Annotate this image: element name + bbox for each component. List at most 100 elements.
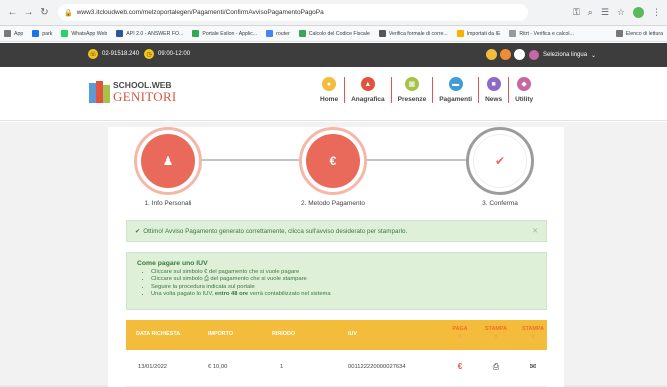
profile-icon[interactable] <box>633 7 644 18</box>
col-data-richiesta: DATA RICHIESTA <box>136 331 181 337</box>
notification-icon[interactable] <box>514 49 525 60</box>
zoom-icon[interactable]: ⌕ <box>588 7 593 18</box>
bookmark-item[interactable]: API 2.0 - ANSWER FO... <box>116 30 183 37</box>
howto-title: Come pagare uno IUV <box>137 260 208 267</box>
cell-installments: 1 <box>280 364 284 370</box>
success-message: Ottimo! Avviso Pagamento generato corret… <box>143 227 408 235</box>
bookmark-label: Portale Esilon - Applic... <box>202 30 258 37</box>
menu-home-icon: ● <box>322 77 337 91</box>
bookmark-label: router <box>276 30 290 37</box>
logo-mark-icon <box>89 81 110 103</box>
menu-item-anagrafica[interactable]: ▲ Anagrafica <box>345 77 392 103</box>
print-icon[interactable]: ⎙ <box>488 362 504 372</box>
step-label: 3. Conferma <box>482 200 518 207</box>
wizard-panel: ♟ 1. Info Personali € 2. Metodo Pagament… <box>108 127 564 387</box>
bookmark-item[interactable]: App <box>4 30 23 37</box>
bookmark-icon <box>116 30 124 37</box>
cell-amount: € 10,00 <box>208 364 228 370</box>
user-shortcuts <box>486 49 525 60</box>
bookmark-label: Verifica formale di corre... <box>388 30 448 37</box>
back-icon[interactable]: ← <box>6 6 19 19</box>
bookmark-icon <box>378 30 386 37</box>
reload-icon[interactable]: ↻ <box>38 6 51 19</box>
user-icon[interactable] <box>486 49 497 60</box>
menu-news-icon: ■ <box>486 77 501 91</box>
bookmark-label: API 2.0 - ANSWER FO... <box>126 30 184 37</box>
globe-icon <box>529 50 539 60</box>
message-icon[interactable] <box>500 49 511 60</box>
bookmark-item[interactable]: WhatsApp Web <box>61 30 107 37</box>
bookmark-item[interactable]: router <box>266 30 290 37</box>
bookmark-item[interactable]: Portale Esilon - Applic... <box>192 30 257 37</box>
menu-label: Anagrafica <box>351 96 385 103</box>
close-icon[interactable]: ✕ <box>532 227 538 235</box>
check-icon: ✔ <box>135 227 141 235</box>
bookmark-icon <box>615 30 623 37</box>
key-icon[interactable]: ⚿ <box>573 7 580 18</box>
main-menu: ● Home ▲ Anagrafica ▦ Presenze ▬ Pagamenti ■ News… <box>314 77 539 103</box>
bookmark-label: App <box>14 30 24 37</box>
url-text: www3.itcloudweb.com/melzoportalegen/Paga… <box>76 9 324 16</box>
bookmark-item[interactable]: Verifica formale di corre... <box>378 30 448 37</box>
star-icon[interactable]: ☆ <box>617 7 625 18</box>
reading-list-icon[interactable]: ☰ <box>601 7 609 18</box>
bookmark-label: Ritrt - Verifica e calcol... <box>519 30 574 37</box>
browser-actions: ⚿ ⌕ ☰ ☆ ⋮ <box>573 7 661 18</box>
menu-item-presenze[interactable]: ▦ Presenze <box>392 77 434 103</box>
bookmark-item[interactable]: Ritrt - Verifica e calcol... <box>509 30 574 37</box>
step-info-personali: ♟ <box>134 127 202 195</box>
bookmark-label: park <box>42 30 53 37</box>
col-stampa-send: STAMPA ⇅ <box>522 326 544 340</box>
step-label: 1. Info Personali <box>144 200 192 207</box>
table-header: DATA RICHIESTA IMPORTO RIRIODO IUV PAGA ⇅… <box>126 320 547 350</box>
table-row: 13/01/2022 € 10,00 1 001122220000027634 … <box>126 350 547 387</box>
language-label: Seleziona lingua <box>543 52 588 58</box>
phone-icon: ☏ <box>88 49 98 59</box>
site-header: SCHOOL.WEB GENITORI ● Home ▲ Anagrafica ▦ Pre… <box>0 67 667 121</box>
check-icon: ✔ <box>473 134 527 188</box>
col-ririodo: RIRIODO <box>272 331 296 337</box>
list-item: Seguire la procedura indicata sul portal… <box>151 284 536 291</box>
step-metodo-pagamento: € <box>299 127 367 195</box>
bookmark-item[interactable]: Calcolo del Codice Fiscale <box>298 30 370 37</box>
menu-presenze-icon: ▦ <box>404 77 419 91</box>
menu-icon[interactable]: ⋮ <box>652 7 661 18</box>
page-content: ♟ 1. Info Personali € 2. Metodo Pagament… <box>0 122 667 387</box>
bookmark-label: Elenco di lettura <box>625 30 663 37</box>
menu-label: Home <box>320 96 339 103</box>
browser-window: ← → ↻ 🔒 www3.itcloudweb.com/melzoportale… <box>0 0 667 387</box>
menu-item-home[interactable]: ● Home <box>314 77 346 103</box>
person-icon: ♟ <box>141 134 195 188</box>
forward-icon[interactable]: → <box>22 6 35 19</box>
col-paga: PAGA ⇅ <box>452 326 468 340</box>
clock-icon: ◷ <box>144 49 154 59</box>
menu-item-utility[interactable]: ◆ Utility <box>509 77 539 103</box>
phone-contact: ☏ 02-91518.240 <box>88 49 139 59</box>
menu-label: News <box>485 96 503 103</box>
bookmark-icon <box>61 30 69 37</box>
menu-item-pagamenti[interactable]: ▬ Pagamenti <box>433 77 480 103</box>
address-bar: ← → ↻ 🔒 www3.itcloudweb.com/melzoportale… <box>0 0 667 26</box>
bookmark-item[interactable]: Importati da IE <box>456 30 500 37</box>
url-input[interactable]: 🔒 www3.itcloudweb.com/melzoportalegen/Pa… <box>58 4 528 21</box>
bookmark-item[interactable]: park <box>32 30 52 37</box>
language-selector[interactable]: Seleziona lingua ⌄ <box>529 50 596 60</box>
menu-utility-icon: ◆ <box>517 77 532 91</box>
pay-euro-icon[interactable]: € <box>452 362 468 371</box>
logo-text-genitori: GENITORI <box>113 89 177 104</box>
bookmark-item[interactable]: Elenco di lettura <box>615 30 663 37</box>
step-label: 2. Metodo Pagamento <box>301 200 365 207</box>
menu-label: Utility <box>515 96 534 103</box>
step-conferma: ✔ <box>466 127 534 195</box>
bookmark-label: Calcolo del Codice Fiscale <box>308 30 370 37</box>
col-stampa: STAMPA ⇅ <box>485 326 507 340</box>
bookmarks-bar: App park WhatsApp Web API 2.0 - ANSWER FO..… <box>0 26 667 42</box>
bookmark-icon <box>266 30 274 37</box>
logo[interactable]: SCHOOL.WEB GENITORI <box>89 81 177 103</box>
col-importo: IMPORTO <box>208 331 234 337</box>
howto-box: Come pagare uno IUV Cliccare sul simbolo… <box>126 252 547 310</box>
envelope-icon[interactable]: ✉ <box>525 362 541 371</box>
site-topbar: ☏ 02-91518.240 ◷ 09:00-12:00 Seleziona l… <box>0 43 667 67</box>
menu-item-news[interactable]: ■ News <box>479 77 510 103</box>
menu-anagrafica-icon: ▲ <box>360 77 375 91</box>
